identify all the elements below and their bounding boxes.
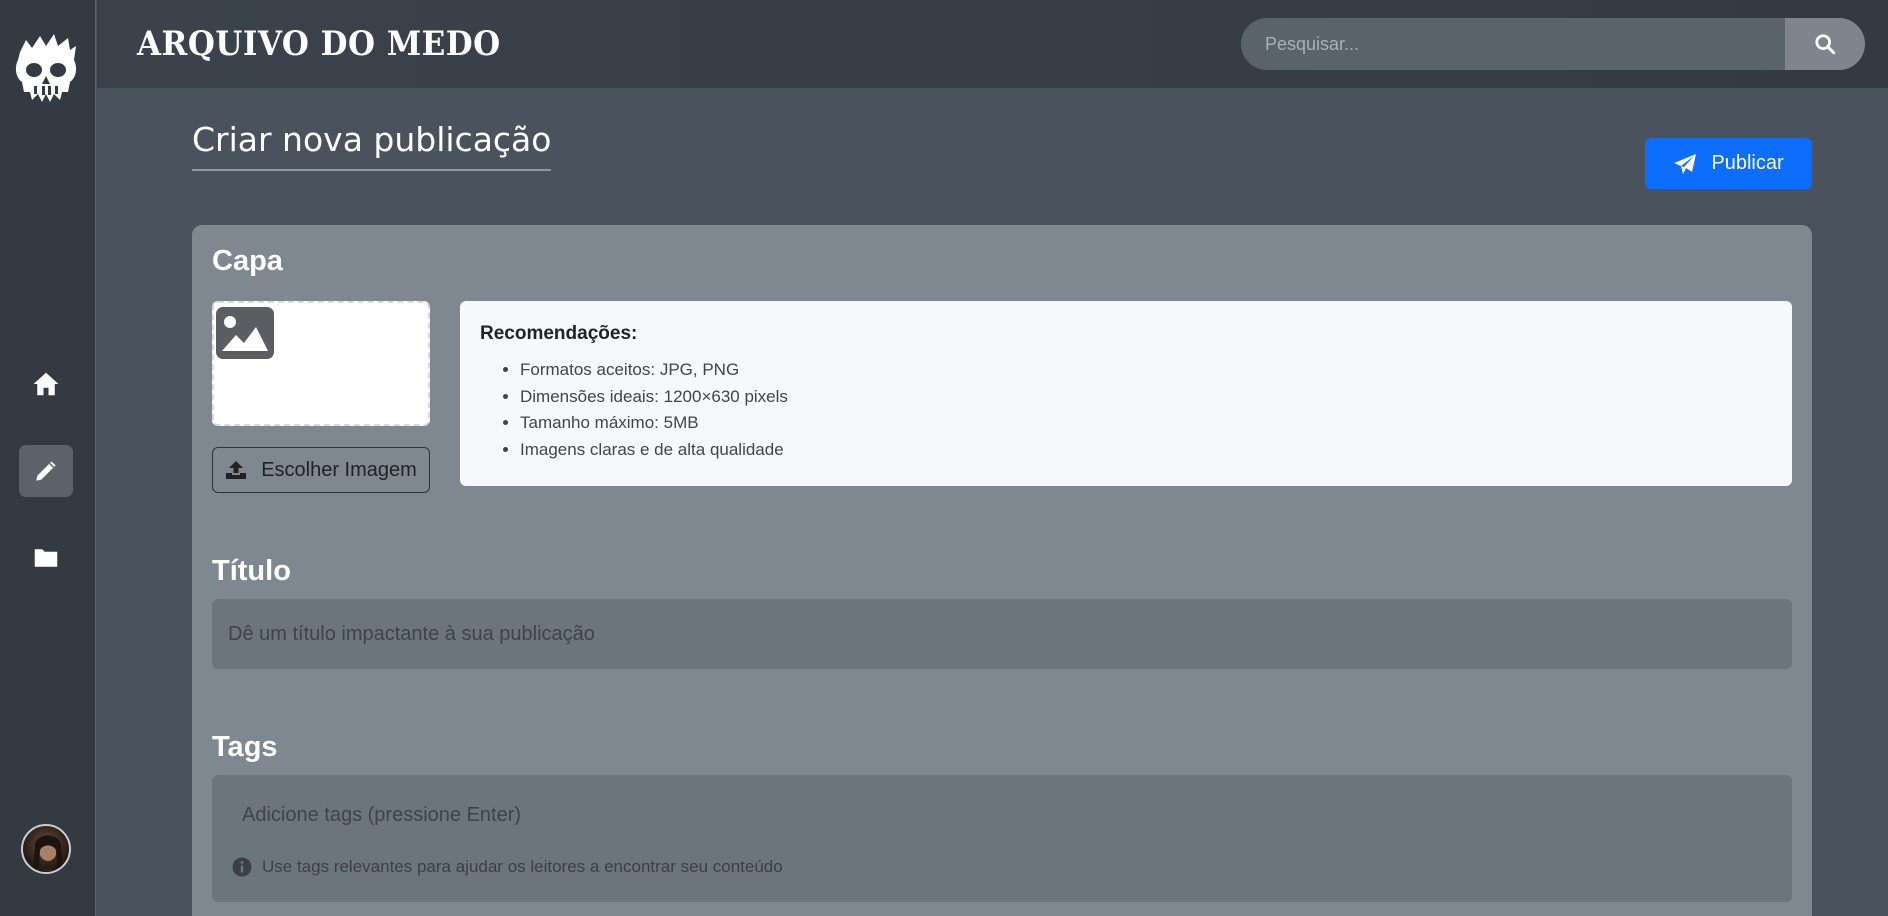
sidebar-item-edit[interactable] — [19, 445, 73, 497]
sidebar-item-folder[interactable] — [19, 532, 73, 584]
search-bar — [1241, 18, 1865, 70]
sidebar — [0, 0, 96, 916]
pencil-icon — [34, 459, 58, 483]
image-placeholder-icon — [216, 307, 274, 359]
upload-icon — [226, 461, 247, 479]
tags-hint: Use tags relevantes para ajudar os leito… — [232, 857, 783, 877]
tags-container: Use tags relevantes para ajudar os leito… — [212, 775, 1792, 902]
search-button[interactable] — [1785, 18, 1865, 70]
title-heading: Título — [212, 555, 291, 587]
list-item: Imagens claras e de alta qualidade — [520, 437, 1772, 464]
user-avatar[interactable] — [21, 824, 71, 874]
skull-logo-icon[interactable] — [12, 34, 80, 104]
recommendations-box: Recomendações: Formatos aceitos: JPG, PN… — [460, 301, 1792, 486]
list-item: Dimensões ideais: 1200×630 pixels — [520, 384, 1772, 411]
brand-title[interactable]: ARQUIVO DO MEDO — [137, 25, 501, 64]
recommendations-title: Recomendações: — [480, 323, 638, 344]
list-item: Formatos aceitos: JPG, PNG — [520, 357, 1772, 384]
tags-heading: Tags — [212, 731, 278, 763]
choose-image-label: Escolher Imagem — [261, 458, 417, 481]
tags-hint-text: Use tags relevantes para ajudar os leito… — [262, 857, 783, 876]
home-icon — [33, 372, 59, 396]
cover-heading: Capa — [212, 245, 283, 277]
cover-preview[interactable] — [212, 301, 430, 426]
search-icon — [1815, 34, 1836, 55]
folder-icon — [34, 549, 58, 567]
title-input[interactable] — [212, 599, 1792, 669]
paper-plane-icon — [1674, 153, 1697, 174]
publish-label: Publicar — [1711, 152, 1784, 174]
publication-form: Capa Escolher Imagem Recomendações: Form… — [192, 225, 1812, 916]
list-item: Tamanho máximo: 5MB — [520, 410, 1772, 437]
tags-input[interactable] — [226, 795, 926, 835]
info-icon — [232, 857, 252, 877]
publish-button[interactable]: Publicar — [1645, 138, 1812, 189]
page-title: Criar nova publicação — [192, 120, 552, 171]
recommendations-list: Formatos aceitos: JPG, PNG Dimensões ide… — [480, 357, 1772, 463]
choose-image-button[interactable]: Escolher Imagem — [212, 447, 430, 493]
sidebar-item-home[interactable] — [19, 358, 73, 410]
top-header: ARQUIVO DO MEDO — [97, 0, 1888, 88]
search-input[interactable] — [1241, 18, 1785, 70]
